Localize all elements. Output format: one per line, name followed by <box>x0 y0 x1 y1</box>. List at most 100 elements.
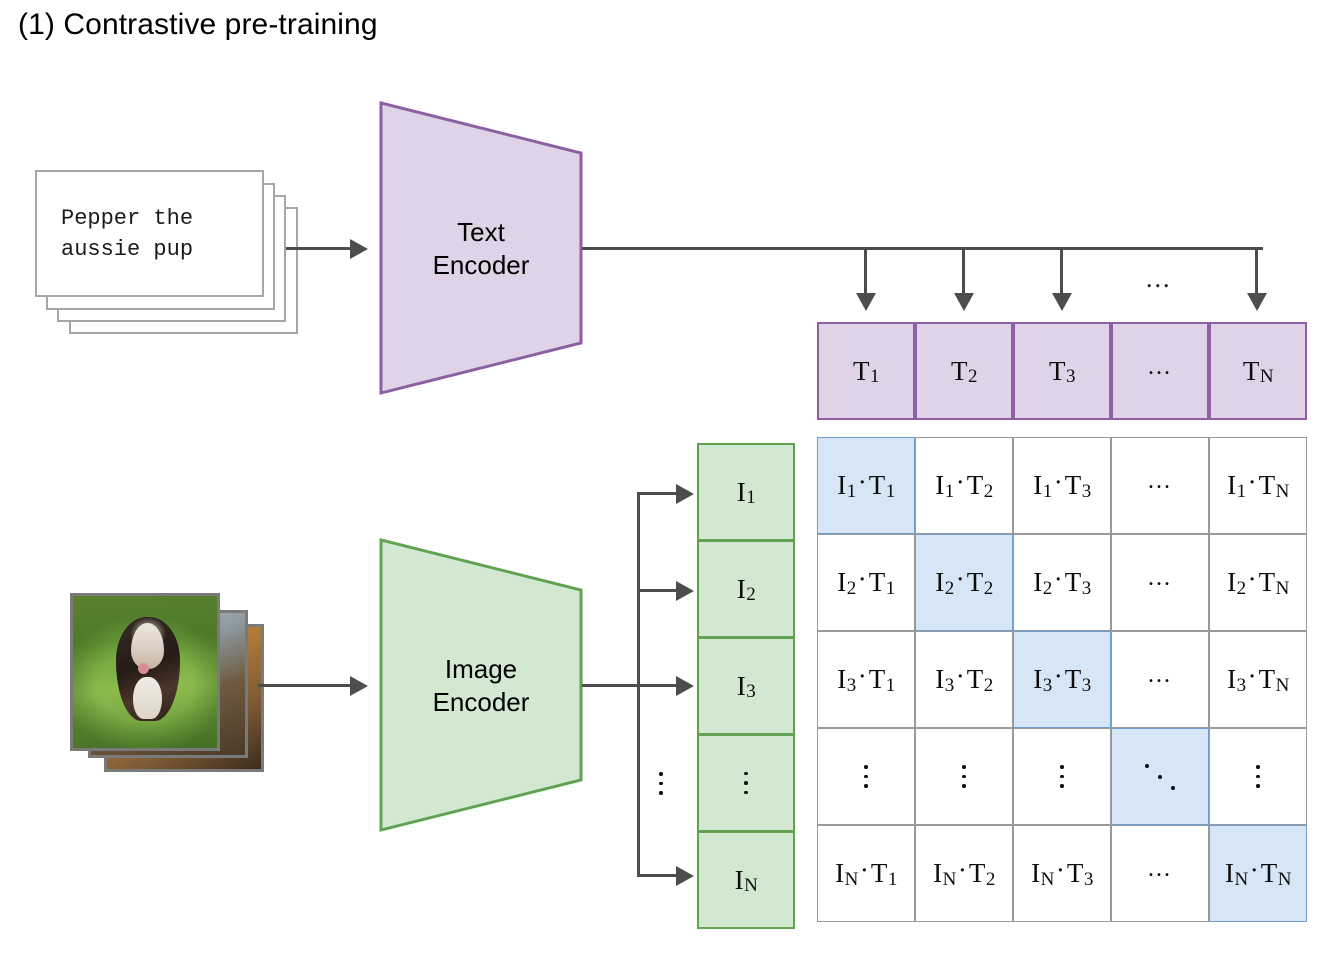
matrix-cell-r5-c3[interactable]: I N · T 3 <box>1013 825 1111 922</box>
matrix-cell-text-base: T <box>966 664 984 694</box>
text-embedding-sub-n: N <box>1259 366 1274 387</box>
image-encoder[interactable]: Image Encoder <box>378 537 584 833</box>
matrix-cell-r2-c1[interactable]: I 2 · T 1 <box>817 534 915 631</box>
image-embedding-sub-n: N <box>744 875 758 896</box>
matrix-cell-r5-c2[interactable]: I N · T 2 <box>915 825 1013 922</box>
matrix-cell-text-sub: 3 <box>1081 674 1092 696</box>
puppy-silhouette <box>116 617 180 721</box>
matrix-cell-image-base: I <box>1227 567 1237 597</box>
image-encoder-label: Image Encoder <box>378 653 584 719</box>
matrix-cell-text-base: T <box>868 567 886 597</box>
matrix-cell-text-sub: N <box>1275 480 1290 502</box>
matrix-cell-dot-operator: · <box>1249 855 1259 885</box>
image-embedding-ellipsis <box>744 771 748 795</box>
text-encoder[interactable]: Text Encoder <box>378 100 584 396</box>
figure-title: (1) Contrastive pre-training <box>18 8 378 41</box>
image-embedding-sub-2: 2 <box>746 584 756 605</box>
matrix-cell-r4-c3 <box>1013 728 1111 825</box>
text-encoder-label: Text Encoder <box>378 216 584 282</box>
image-embedding-cell-1[interactable]: I1 <box>697 443 795 541</box>
matrix-cell-vertical-ellipsis <box>1256 765 1260 788</box>
matrix-cell-r4-c4 <box>1111 728 1209 825</box>
matrix-cell-dot-operator: · <box>1053 661 1063 691</box>
image-branch-2-arrow <box>676 581 694 601</box>
matrix-cell-r4-c1 <box>817 728 915 825</box>
image-stack-photo-1 <box>70 593 220 751</box>
matrix-cell-image-sub: N <box>1040 868 1055 890</box>
matrix-cell-text-sub: 2 <box>983 674 994 696</box>
text-branch-ellipsis: ... <box>1146 264 1172 293</box>
matrix-cell-r3-c2[interactable]: I 3 · T 2 <box>915 631 1013 728</box>
caption-line-2: aussie pup <box>61 236 194 262</box>
matrix-cell-r1-c1[interactable]: I 1 · T 1 <box>817 437 915 534</box>
image-embedding-cell-3[interactable]: I3 <box>697 637 795 735</box>
matrix-cell-vertical-ellipsis <box>864 765 868 788</box>
matrix-cell-image-base: I <box>1033 567 1043 597</box>
matrix-cell-image-base: I <box>935 567 945 597</box>
matrix-cell-dot-operator: · <box>955 564 965 594</box>
caption-to-text-encoder-line <box>286 247 358 250</box>
text-embedding-cell-3[interactable]: T3 <box>1013 322 1111 420</box>
matrix-cell-image-base: I <box>835 858 845 888</box>
matrix-cell-image-base: I <box>1033 664 1043 694</box>
matrix-cell-r2-c2[interactable]: I 2 · T 2 <box>915 534 1013 631</box>
matrix-cell-text-base: T <box>868 470 886 500</box>
text-embedding-cell-2[interactable]: T2 <box>915 322 1013 420</box>
matrix-cell-r1-c2[interactable]: I 1 · T 2 <box>915 437 1013 534</box>
matrix-cell-dot-operator: · <box>857 467 867 497</box>
puppy-face <box>131 623 165 669</box>
text-branch-n-arrow <box>1247 293 1267 311</box>
matrix-cell-r1-c5[interactable]: I 1 · T N <box>1209 437 1307 534</box>
matrix-cell-dot-operator: · <box>1053 564 1063 594</box>
matrix-cell-image-base: I <box>935 664 945 694</box>
image-bus-horizontal <box>582 684 640 687</box>
matrix-cell-text-base: T <box>968 858 986 888</box>
text-embedding-base-1: T <box>853 355 870 386</box>
matrix-cell-dot-operator: · <box>857 564 867 594</box>
image-embedding-cell-2[interactable]: I2 <box>697 540 795 638</box>
matrix-cell-text-sub: 2 <box>983 577 994 599</box>
matrix-cell-text-base: T <box>1064 470 1082 500</box>
matrix-cell-text-sub: N <box>1275 577 1290 599</box>
matrix-cell-r4-c5 <box>1209 728 1307 825</box>
matrix-cell-text-base: T <box>1066 858 1084 888</box>
matrix-cell-r1-c3[interactable]: I 1 · T 3 <box>1013 437 1111 534</box>
matrix-cell-image-base: I <box>837 470 847 500</box>
image-embedding-cell-n[interactable]: IN <box>697 831 795 929</box>
text-encoder-line-1: Text <box>457 217 505 247</box>
image-embedding-base-3: I <box>736 670 746 701</box>
text-bus-horizontal <box>582 247 1263 250</box>
text-embedding-cell-1[interactable]: T1 <box>817 322 915 420</box>
matrix-cell-r2-c3[interactable]: I 2 · T 3 <box>1013 534 1111 631</box>
matrix-cell-text-base: T <box>1258 567 1276 597</box>
caption-line-1: Pepper the <box>61 205 194 231</box>
image-embedding-base-2: I <box>736 573 746 604</box>
matrix-cell-r5-c5[interactable]: I N · T N <box>1209 825 1307 922</box>
matrix-cell-r5-c1[interactable]: I N · T 1 <box>817 825 915 922</box>
matrix-cell-text-sub: 2 <box>985 868 996 890</box>
text-embedding-cell-ellipsis: ... <box>1111 322 1209 420</box>
matrix-cell-horizontal-ellipsis: ... <box>1148 662 1172 688</box>
matrix-cell-image-sub: N <box>844 868 859 890</box>
image-encoder-line-1: Image <box>444 654 518 684</box>
matrix-cell-vertical-ellipsis <box>962 765 966 788</box>
matrix-cell-dot-operator: · <box>859 855 869 885</box>
image-branch-1-arrow <box>676 484 694 504</box>
matrix-cell-image-base: I <box>1033 470 1043 500</box>
matrix-cell-text-base: T <box>870 858 888 888</box>
image-embedding-cell-ellipsis <box>697 734 795 832</box>
matrix-cell-r2-c5[interactable]: I 2 · T N <box>1209 534 1307 631</box>
matrix-cell-dot-operator: · <box>1247 661 1257 691</box>
matrix-cell-r3-c5[interactable]: I 3 · T N <box>1209 631 1307 728</box>
matrix-cell-text-sub: 1 <box>887 868 898 890</box>
matrix-cell-r3-c1[interactable]: I 3 · T 1 <box>817 631 915 728</box>
matrix-cell-r3-c3[interactable]: I 3 · T 3 <box>1013 631 1111 728</box>
puppy-tongue <box>137 662 150 675</box>
image-branch-ellipsis <box>659 772 663 795</box>
matrix-cell-image-base: I <box>1227 470 1237 500</box>
matrix-cell-r4-c2 <box>915 728 1013 825</box>
text-branch-1-line <box>864 247 867 295</box>
caption-card: Pepper the aussie pup <box>35 170 264 297</box>
matrix-cell-text-sub: 3 <box>1083 868 1094 890</box>
text-embedding-cell-n[interactable]: TN <box>1209 322 1307 420</box>
